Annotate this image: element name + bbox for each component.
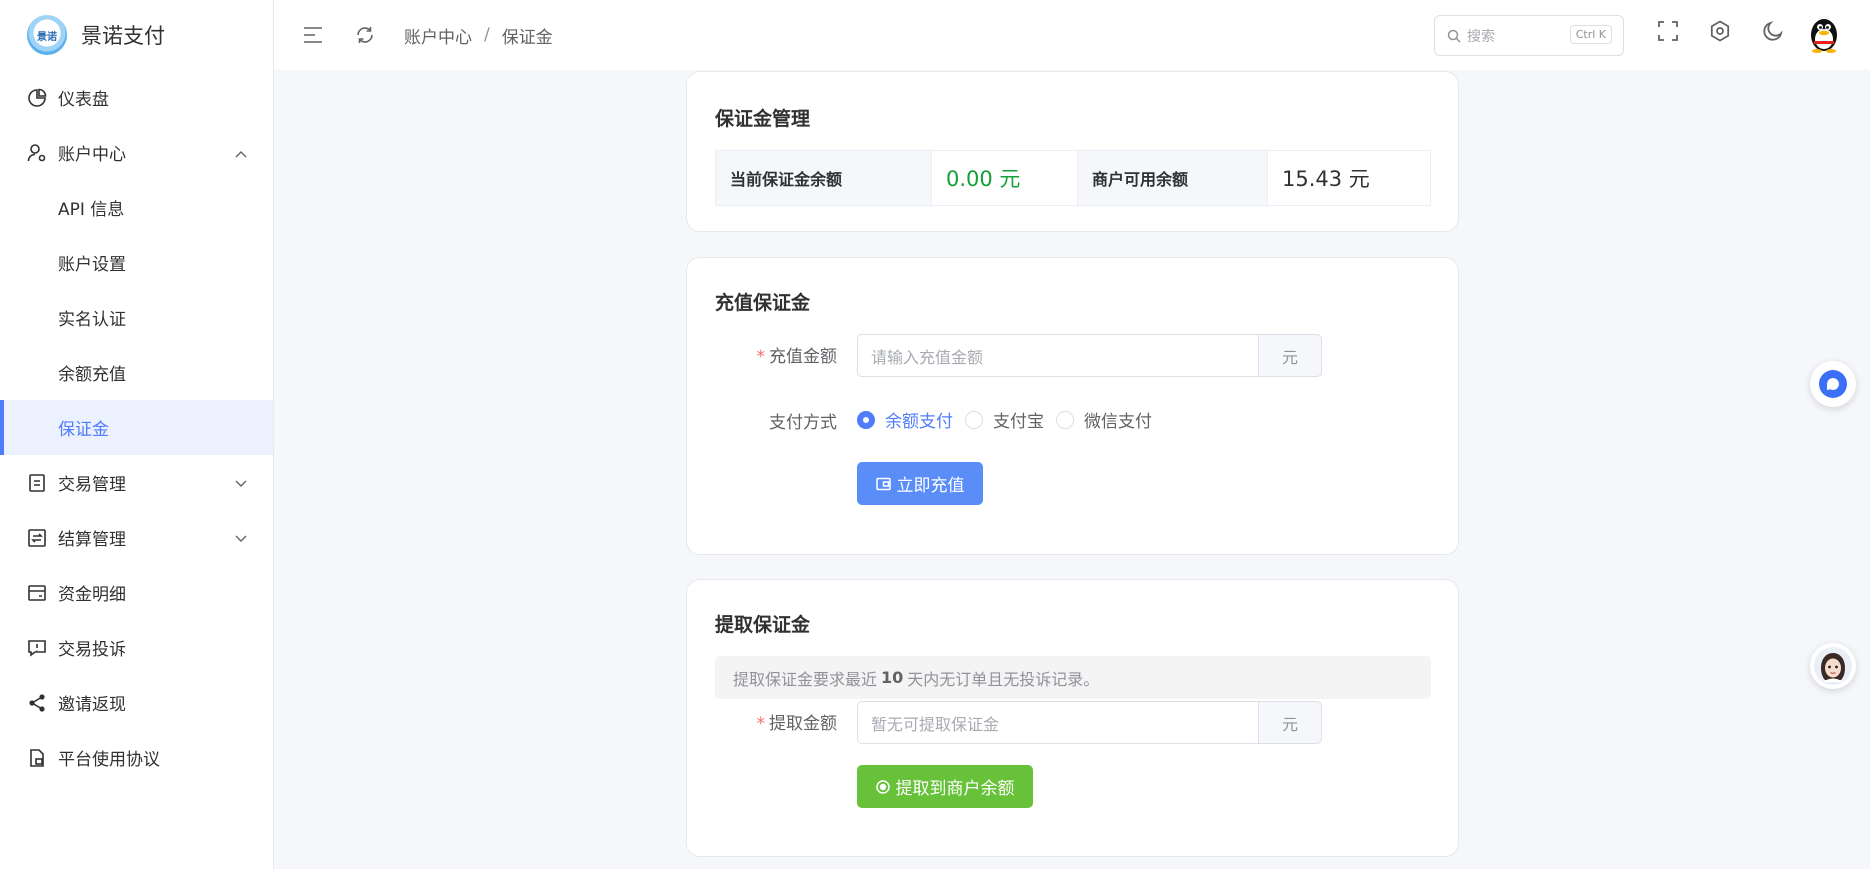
sidebar-item-transactions[interactable]: 交易管理 xyxy=(0,455,273,510)
unit-suffix: 元 xyxy=(1258,334,1322,377)
current-deposit-label: 当前保证金余额 xyxy=(716,151,932,205)
settings-icon[interactable] xyxy=(1709,20,1731,46)
wallet-icon xyxy=(875,477,891,490)
sidebar-item-label: 账户中心 xyxy=(58,145,126,165)
withdraw-notice: 提取保证金要求最近 10 天内无订单且无投诉记录。 xyxy=(715,656,1431,699)
sidebar-item-account-center[interactable]: 账户中心 xyxy=(0,125,273,180)
fullscreen-icon[interactable] xyxy=(1657,20,1679,46)
exchange-icon xyxy=(26,527,48,549)
sidebar-item-label: 邀请返现 xyxy=(58,695,126,715)
search-input[interactable]: 搜索 Ctrl K xyxy=(1434,15,1624,56)
breadcrumb: 账户中心 / 保证金 xyxy=(404,23,553,48)
wallet-icon xyxy=(26,582,48,604)
radio-dot xyxy=(1056,410,1074,429)
assistant-avatar[interactable] xyxy=(1810,643,1856,689)
unit-suffix: 元 xyxy=(1258,701,1322,744)
deposit-management-card: 保证金管理 当前保证金余额 0.00 元 商户可用余额 15.43 元 xyxy=(686,71,1459,232)
sidebar-item-balance-recharge[interactable]: 余额充值 xyxy=(0,345,273,400)
sidebar-item-fund-details[interactable]: 资金明细 xyxy=(0,565,273,620)
sidebar-item-dashboard[interactable]: 仪表盘 xyxy=(0,70,273,125)
radio-alipay[interactable]: 支付宝 xyxy=(965,407,1044,432)
recharge-amount-label: * 充值金额 xyxy=(687,342,838,367)
sidebar-item-label: 交易管理 xyxy=(58,475,126,495)
pie-chart-icon xyxy=(26,87,48,109)
file-lock-icon xyxy=(26,747,48,769)
sidebar-item-account-settings[interactable]: 账户设置 xyxy=(0,235,273,290)
dark-mode-icon[interactable] xyxy=(1762,20,1784,46)
radio-label: 微信支付 xyxy=(1084,412,1152,432)
sidebar-item-settlement[interactable]: 结算管理 xyxy=(0,510,273,565)
sidebar-item-deposit[interactable]: 保证金 xyxy=(0,400,273,455)
recharge-amount-field[interactable]: 请输入充值金额 元 xyxy=(857,334,1322,377)
sidebar-item-label: 结算管理 xyxy=(58,530,126,550)
label-text: 充值金额 xyxy=(769,347,837,367)
menu-toggle-icon[interactable] xyxy=(298,20,328,50)
radio-balance-pay[interactable]: 余额支付 xyxy=(857,407,953,432)
notice-text: 提取保证金要求最近 xyxy=(733,669,878,689)
chevron-down-icon xyxy=(235,528,247,548)
card-title: 提取保证金 xyxy=(715,614,811,636)
radio-label: 余额支付 xyxy=(885,412,953,432)
sidebar-item-label: 交易投诉 xyxy=(58,640,126,660)
chevron-down-icon xyxy=(235,473,247,493)
sidebar-item-label: 平台使用协议 xyxy=(58,750,160,770)
brand-name: 景诺支付 xyxy=(81,24,165,48)
deposit-summary-table: 当前保证金余额 0.00 元 商户可用余额 15.43 元 xyxy=(715,150,1431,206)
withdraw-deposit-card: 提取保证金 提取保证金要求最近 10 天内无订单且无投诉记录。 * 提取金额 暂无可提… xyxy=(686,579,1459,857)
card-title: 充值保证金 xyxy=(715,292,811,314)
button-label: 提取到商户余额 xyxy=(895,779,1015,798)
payment-method-label: 支付方式 xyxy=(769,413,837,433)
radio-dot xyxy=(857,410,875,429)
sidebar: 景诺 景诺支付 仪表盘 账户中心 API 信息 账户设置 实名认证 余额充值 保… xyxy=(0,0,274,869)
sidebar-item-complaints[interactable]: 交易投诉 xyxy=(0,620,273,675)
sidebar-menu: 仪表盘 账户中心 API 信息 账户设置 实名认证 余额充值 保证金 交易管理 xyxy=(0,70,273,785)
sidebar-item-referral[interactable]: 邀请返现 xyxy=(0,675,273,730)
sidebar-item-real-name-auth[interactable]: 实名认证 xyxy=(0,290,273,345)
sidebar-item-label: 仪表盘 xyxy=(58,90,109,110)
share-icon xyxy=(26,692,48,714)
withdraw-amount-field[interactable]: 暂无可提取保证金 元 xyxy=(857,701,1322,744)
search-placeholder: 搜索 xyxy=(1467,28,1495,45)
recharge-submit-button[interactable]: 立即充值 xyxy=(857,462,983,505)
alert-message-icon xyxy=(26,637,48,659)
radio-dot xyxy=(965,410,983,429)
sidebar-item-api-info[interactable]: API 信息 xyxy=(0,180,273,235)
card-title: 保证金管理 xyxy=(715,108,811,130)
document-icon xyxy=(26,472,48,494)
current-deposit-value: 0.00 元 xyxy=(932,151,1078,205)
breadcrumb-item-deposit: 保证金 xyxy=(501,27,553,48)
button-label: 立即充值 xyxy=(896,476,965,495)
notice-days: 10 xyxy=(881,668,904,687)
required-asterisk: * xyxy=(756,347,766,367)
breadcrumb-item-account-center[interactable]: 账户中心 xyxy=(404,23,472,48)
chevron-up-icon xyxy=(235,143,247,163)
notice-text: 天内无订单且无投诉记录。 xyxy=(907,669,1100,689)
brand-logo: 景诺 xyxy=(27,15,67,55)
available-balance-value: 15.43 元 xyxy=(1282,167,1370,191)
label-text: 提取金额 xyxy=(769,714,837,734)
sidebar-item-agreement[interactable]: 平台使用协议 xyxy=(0,730,273,785)
user-settings-icon xyxy=(26,142,48,164)
avatar[interactable] xyxy=(1808,15,1840,57)
search-shortcut: Ctrl K xyxy=(1569,25,1612,44)
top-header: 账户中心 / 保证金 搜索 Ctrl K xyxy=(274,0,1870,70)
search-icon xyxy=(1447,29,1461,43)
radio-wechat-pay[interactable]: 微信支付 xyxy=(1056,407,1152,432)
recharge-amount-input[interactable]: 请输入充值金额 xyxy=(857,334,1258,377)
recharge-deposit-card: 充值保证金 * 充值金额 请输入充值金额 元 支付方式 余额支付 支付宝 微信支付… xyxy=(686,257,1459,555)
withdraw-amount-input[interactable]: 暂无可提取保证金 xyxy=(857,701,1258,744)
breadcrumb-separator: / xyxy=(484,25,490,45)
brand[interactable]: 景诺 景诺支付 xyxy=(0,0,273,70)
available-balance-label: 商户可用余额 xyxy=(1078,151,1268,205)
refresh-icon[interactable] xyxy=(350,20,380,50)
required-asterisk: * xyxy=(756,714,766,734)
withdraw-submit-button[interactable]: 提取到商户余额 xyxy=(857,765,1033,808)
target-circle-icon xyxy=(875,779,890,794)
payment-method-group: 余额支付 支付宝 微信支付 xyxy=(857,407,1164,432)
sidebar-item-label: 资金明细 xyxy=(58,585,126,605)
chat-bubble-icon[interactable] xyxy=(1810,361,1856,407)
radio-label: 支付宝 xyxy=(993,412,1044,432)
withdraw-amount-label: * 提取金额 xyxy=(687,709,838,734)
